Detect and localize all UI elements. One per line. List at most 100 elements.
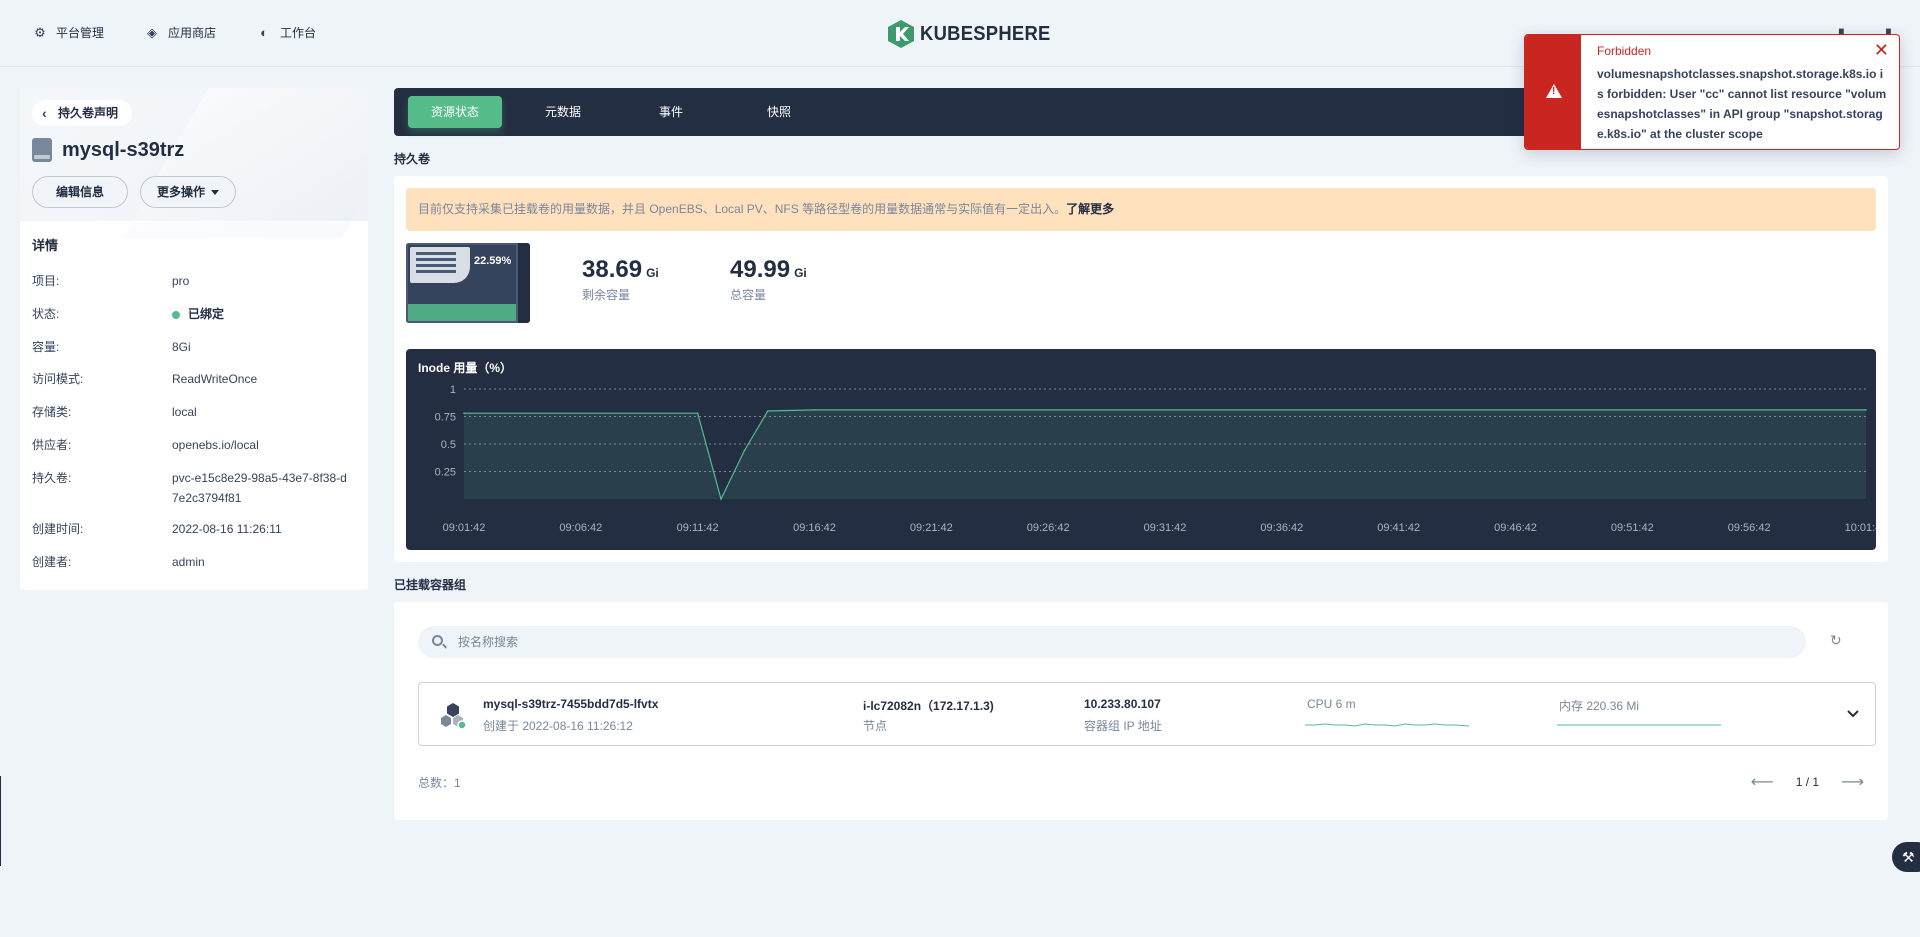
search-placeholder: 按名称搜索 (458, 635, 519, 649)
memory-sparkline (1557, 724, 1721, 726)
pod-ip-label: 容器组 IP 地址 (1084, 719, 1162, 733)
search-icon (432, 635, 443, 646)
detail-key: 存储类: (32, 405, 72, 419)
data-point (766, 410, 769, 412)
pod-cpu: CPU 6 m (1307, 697, 1356, 711)
detail-key: 创建时间: (32, 522, 84, 536)
total-label: 总容量 (730, 288, 767, 302)
refresh-icon[interactable]: ↻ (1830, 632, 1842, 649)
x-tick-label: 09:56:42 (1728, 522, 1771, 534)
nav-platform-management[interactable]: ⚙ 平台管理 (32, 24, 104, 41)
error-message: volumesnapshotclasses.snapshot.storage.k… (1597, 67, 1887, 141)
pvc-detail-card: ‹ 持久卷声明 mysql-s39trz 编辑信息 更多操作 详情 项目: pro… (20, 88, 368, 590)
usage-fill (408, 304, 516, 321)
back-to-pvc-list-button[interactable]: ‹ 持久卷声明 (32, 100, 133, 126)
storage-side (518, 243, 530, 323)
tab-snapshots[interactable]: 快照 (732, 96, 826, 128)
pod-name[interactable]: mysql-s39trz-7455bdd7d5-lfvtx (483, 697, 658, 711)
detail-row-status: 状态: 已绑定 (32, 304, 362, 324)
storage-usage-graphic: 22.59% (406, 243, 530, 323)
nav-platform-label: 平台管理 (56, 26, 105, 40)
data-point (743, 449, 746, 452)
chevron-down-icon[interactable] (1845, 705, 1861, 721)
y-tick-label: 0.5 (441, 439, 456, 451)
x-tick-label: 09:31:42 (1144, 522, 1187, 534)
edit-info-button[interactable]: 编辑信息 (32, 176, 128, 208)
detail-value: openebs.io/local (172, 438, 259, 452)
usage-notice: 目前仅支持采集已挂载卷的用量数据，并且 OpenEBS、Local PV、NFS… (406, 188, 1876, 231)
y-tick-label: 1 (450, 384, 456, 396)
pods-card: 按名称搜索 ↻ mysql-s39trz-7455bdd7d5-lfvtx 创建… (394, 602, 1888, 820)
learn-more-link[interactable]: 了解更多 (1066, 202, 1114, 216)
x-tick-label: 09:26:42 (1027, 522, 1070, 534)
hammer-icon: ⚒ (1902, 849, 1915, 865)
page-indicator: 1 / 1 (1795, 775, 1820, 789)
next-page-arrow-icon[interactable]: ⟶ (1841, 772, 1864, 792)
detail-value: 8Gi (172, 340, 191, 354)
detail-row-storage-class: 存储类: local (32, 402, 362, 422)
detail-key: 容量: (32, 340, 60, 354)
notice-text: 目前仅支持采集已挂载卷的用量数据，并且 OpenEBS、Local PV、NFS… (418, 202, 1067, 216)
pod-search-input[interactable]: 按名称搜索 (418, 626, 1806, 658)
back-label: 持久卷声明 (58, 106, 119, 120)
detail-row-persistent-volume: 持久卷: pvc-e15c8e29-98a5-43e7-8f38-d7e2c379… (32, 468, 362, 508)
status-dot-icon (172, 310, 180, 319)
remaining-unit: Gi (646, 266, 659, 280)
data-point (720, 498, 722, 500)
header-decoration (121, 88, 368, 238)
pod-memory: 内存 220.36 Mi (1559, 699, 1640, 713)
data-point (813, 409, 816, 411)
error-title: Forbidden (1597, 44, 1652, 58)
edit-info-label: 编辑信息 (55, 185, 104, 199)
x-tick-label: 09:11:42 (677, 522, 719, 534)
pods-total: 总数：1 (418, 776, 461, 790)
pod-ip: 10.233.80.107 (1084, 697, 1161, 711)
x-tick-label: 09:46:42 (1494, 522, 1537, 534)
more-actions-button[interactable]: 更多操作 (140, 176, 236, 208)
close-icon[interactable]: ✕ (1874, 41, 1889, 59)
nav-app-store[interactable]: ◈ 应用商店 (144, 24, 216, 41)
detail-value: admin (172, 555, 205, 569)
nav-appstore-label: 应用商店 (168, 26, 217, 40)
nav-workbench[interactable]: ◐ 工作台 (256, 24, 316, 41)
pod-list-item[interactable]: mysql-s39trz-7455bdd7d5-lfvtx 创建于 2022-0… (418, 682, 1876, 746)
chevron-left-icon: ‹ (42, 105, 47, 121)
data-point (696, 412, 699, 414)
data-point (1865, 409, 1867, 411)
nav-workbench-label: 工作台 (280, 26, 317, 40)
detail-value: pro (172, 274, 190, 288)
paper-line (416, 264, 456, 267)
detail-row-provisioner: 供应者: openebs.io/local (32, 435, 362, 455)
warning-icon (1546, 84, 1562, 98)
total-capacity: 49.99 Gi 总容量 (730, 256, 807, 303)
pod-node[interactable]: i-lc72082n（172.17.1.3) (863, 697, 994, 714)
pvc-title: mysql-s39trz (32, 138, 184, 162)
x-tick-label: 09:41:42 (1377, 522, 1420, 534)
x-tick-label: 09:36:42 (1260, 522, 1303, 534)
prev-page-arrow-icon[interactable]: ⟵ (1751, 772, 1774, 792)
detail-value: local (172, 405, 197, 419)
kubesphere-logo-icon (888, 20, 914, 48)
toolbox-button[interactable]: ⚒ (1892, 842, 1920, 872)
detail-value: ReadWriteOnce (172, 372, 258, 386)
paper-line (416, 258, 456, 261)
detail-row-capacity: 容量: 8Gi (32, 337, 362, 357)
total-unit: Gi (794, 266, 807, 280)
pvc-detail-header: ‹ 持久卷声明 mysql-s39trz 编辑信息 更多操作 (20, 88, 368, 238)
cpu-sparkline (1305, 723, 1469, 727)
inode-chart-svg: 1 0.75 0.5 0.25 09:01:42 09:06:42 09:11:42 09:1… (435, 384, 1876, 534)
inode-usage-chart: Inode 用量（%） 1 0.75 0.5 0.25 09:01:42 09:06:42… (406, 349, 1876, 550)
layers-icon: ◈ (147, 24, 157, 40)
detail-key: 项目: (32, 274, 60, 288)
logo-text: KUBESPHERE (920, 22, 1051, 45)
tab-events[interactable]: 事件 (624, 96, 718, 128)
pagination: ⟵ 1 / 1 ⟶ (1751, 772, 1864, 792)
kubesphere-logo[interactable]: KUBESPHERE (888, 20, 1062, 48)
detail-value: 2022-08-16 11:26:11 (172, 522, 282, 536)
x-tick-label: 09:21:42 (910, 522, 953, 534)
tab-resource-status[interactable]: 资源状态 (408, 96, 502, 128)
tab-metadata[interactable]: 元数据 (516, 96, 610, 128)
x-tick-label: 09:01:42 (443, 522, 486, 534)
detail-value: pvc-e15c8e29-98a5-43e7-8f38-d7e2c3794f81 (172, 471, 347, 505)
x-tick-label: 09:16:42 (793, 522, 836, 534)
